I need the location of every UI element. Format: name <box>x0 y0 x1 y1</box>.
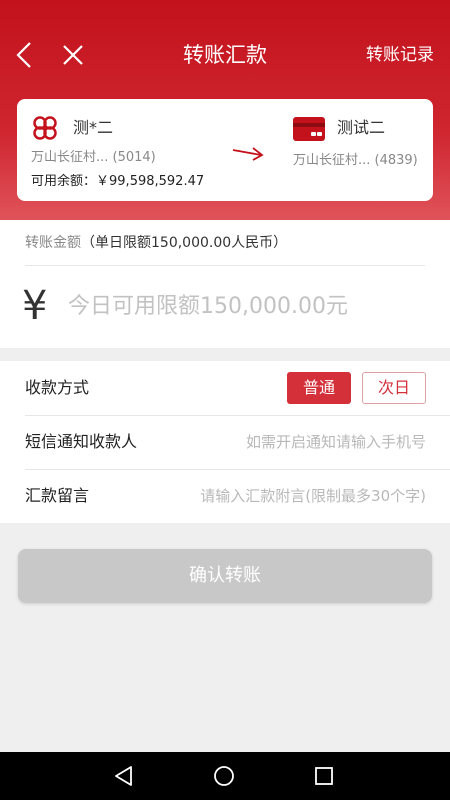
divider <box>25 265 425 266</box>
to-account-number: 万山长征村... (4839) <box>293 153 418 168</box>
account-card: 测*二 万山长征村... (5014) 可用余额：￥99,598,592.47 … <box>17 99 433 201</box>
amount-limit: （单日限额150,000.00人民币） <box>81 235 288 251</box>
method-next-day-button[interactable]: 次日 <box>362 372 426 404</box>
form-section: 收款方式 普通 次日 短信通知收款人 汇款留言 <box>0 361 450 523</box>
transfer-arrow-icon <box>231 142 265 164</box>
balance-row: 可用余额：￥99,598,592.47 <box>31 172 204 192</box>
from-account-name: 测*二 <box>73 118 114 137</box>
back-button[interactable] <box>12 40 40 70</box>
page-title: 转账汇款 <box>183 43 267 67</box>
nav-home-button[interactable] <box>213 765 235 787</box>
message-label: 汇款留言 <box>25 486 90 505</box>
square-recent-icon <box>315 767 333 785</box>
confirm-transfer-button[interactable]: 确认转账 <box>18 549 432 603</box>
nav-back-button[interactable] <box>113 765 135 787</box>
triangle-back-icon <box>115 766 132 786</box>
bank-card-icon <box>292 116 326 142</box>
phone-input[interactable] <box>176 426 426 458</box>
amount-label-row: 转账金额（单日限额150,000.00人民币） <box>25 232 287 254</box>
bank-logo-icon <box>31 115 59 141</box>
amount-section: 转账金额（单日限额150,000.00人民币） ¥ <box>0 220 450 348</box>
close-icon <box>63 45 83 65</box>
transfer-record-button[interactable]: 转账记录 <box>366 42 434 68</box>
to-account-name: 测试二 <box>337 118 386 137</box>
back-arrow-icon <box>16 42 31 68</box>
sms-label: 短信通知收款人 <box>25 432 138 451</box>
message-row: 汇款留言 <box>0 469 450 523</box>
currency-sign: ¥ <box>22 283 48 329</box>
method-label: 收款方式 <box>25 378 90 397</box>
amount-label: 转账金额 <box>25 235 81 251</box>
balance-value: ￥99,598,592.47 <box>96 174 205 189</box>
message-input[interactable] <box>146 480 426 512</box>
system-nav-bar <box>0 752 450 800</box>
from-account-number: 万山长征村... (5014) <box>31 150 156 165</box>
amount-input[interactable] <box>68 286 428 326</box>
circle-home-icon <box>214 766 234 786</box>
method-row: 收款方式 普通 次日 <box>0 361 450 415</box>
nav-recent-button[interactable] <box>314 766 334 786</box>
method-normal-button[interactable]: 普通 <box>287 372 351 404</box>
title-bar: 转账汇款 转账记录 <box>0 0 450 110</box>
close-button[interactable] <box>60 42 86 68</box>
sms-row: 短信通知收款人 <box>0 415 450 469</box>
balance-label: 可用余额： <box>31 174 97 189</box>
